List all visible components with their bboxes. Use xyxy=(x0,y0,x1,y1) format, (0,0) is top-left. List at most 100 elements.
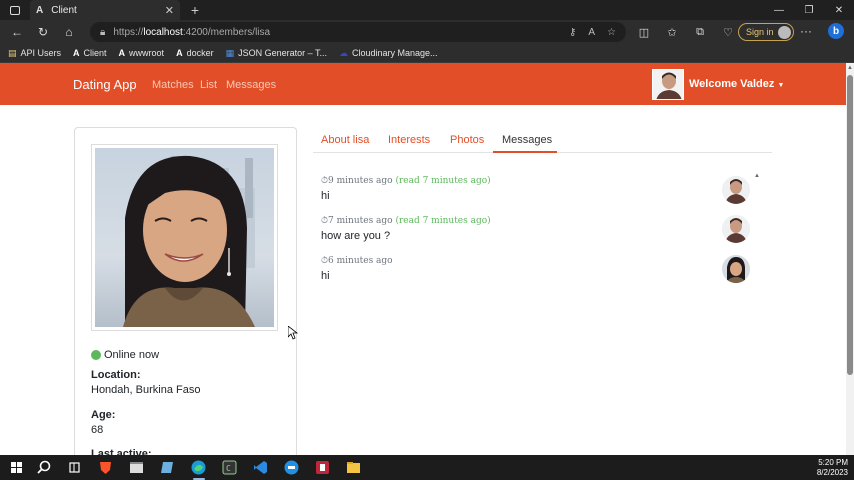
bookmark-item[interactable]: Adocker xyxy=(176,48,214,58)
windows-taskbar: C 5:20 PM 8/2/2023 xyxy=(0,455,854,480)
window-close-button[interactable]: ✕ xyxy=(824,0,854,20)
angular-icon: A xyxy=(36,4,44,16)
nav-link-list[interactable]: List xyxy=(200,79,217,91)
nav-link-matches[interactable]: Matches xyxy=(152,79,194,91)
sender-avatar xyxy=(722,215,750,243)
tab-about[interactable]: About lisa xyxy=(321,134,369,146)
url-host: localhost xyxy=(143,26,183,38)
browser-tab-bar: A Client ✕ + — ❐ ✕ xyxy=(0,0,854,20)
cloudinary-icon: ☁ xyxy=(338,47,348,58)
app-navbar: Dating App Matches List Messages Welcome… xyxy=(0,63,846,105)
favorite-star-icon[interactable]: ☆ xyxy=(607,27,616,38)
back-button[interactable]: ← xyxy=(4,20,30,44)
message-text: hi xyxy=(321,270,330,282)
terminal-icon[interactable]: C xyxy=(221,459,238,476)
brave-icon[interactable] xyxy=(97,459,114,476)
minimize-button[interactable]: — xyxy=(764,0,794,20)
bookmark-label: Cloudinary Manage... xyxy=(351,48,438,58)
user-avatar xyxy=(652,69,684,100)
tab-interests[interactable]: Interests xyxy=(388,134,430,146)
bookmark-item[interactable]: ☁ Cloudinary Manage... xyxy=(339,48,438,59)
browser-tab[interactable]: A Client ✕ xyxy=(30,0,180,20)
bookmark-item[interactable]: A Client xyxy=(73,48,107,58)
user-icon xyxy=(91,350,101,360)
vscode-icon[interactable] xyxy=(252,459,269,476)
age-value: 68 xyxy=(91,424,104,436)
message-time: ⏱6 minutes ago xyxy=(321,256,393,266)
folder-icon: ▤ xyxy=(8,47,17,58)
bookmark-item[interactable]: Awwwroot xyxy=(119,48,165,58)
clapperboard-icon[interactable] xyxy=(128,459,145,476)
message-text: hi xyxy=(321,190,330,202)
search-icon[interactable] xyxy=(36,459,53,476)
browser-tab-title: Client xyxy=(51,4,77,16)
windows-start-icon[interactable] xyxy=(8,459,25,476)
online-status: Online now xyxy=(91,349,159,361)
lock-icon[interactable]: 🔒︎ xyxy=(100,27,105,38)
clock-time: 5:20 PM xyxy=(818,458,848,467)
collections-icon[interactable]: ⧉ xyxy=(686,26,714,39)
location-label: Location: xyxy=(91,369,141,381)
user-dropdown-toggle[interactable]: Welcome Valdez ▼ xyxy=(689,78,784,90)
read-receipt: (read 7 minutes ago) xyxy=(395,176,491,186)
clock-icon: ⏱ xyxy=(321,176,329,186)
bookmark-label: Client xyxy=(83,48,107,58)
refresh-button[interactable]: ↻ xyxy=(30,20,56,44)
url-path: :4200/members/lisa xyxy=(182,26,271,38)
task-view-icon[interactable] xyxy=(66,459,83,476)
bookmark-item[interactable]: ▦ JSON Generator – T... xyxy=(226,48,327,59)
bookmark-label: JSON Generator – T... xyxy=(238,48,327,58)
bookmark-item[interactable]: ▤ API Users xyxy=(8,48,61,59)
system-clock[interactable]: 5:20 PM 8/2/2023 xyxy=(817,458,848,478)
svg-text:C: C xyxy=(226,464,231,473)
tab-actions-icon[interactable] xyxy=(0,0,30,20)
favorites-icon[interactable]: ✩ xyxy=(658,26,686,39)
bing-copilot-icon[interactable]: b xyxy=(828,23,844,39)
angular-icon: A xyxy=(118,48,126,58)
location-value: Hondah, Burkina Faso xyxy=(91,384,201,396)
tab-messages[interactable]: Messages xyxy=(502,134,552,146)
message-time: ⏱7 minutes ago (read 7 minutes ago) xyxy=(321,216,491,226)
home-button[interactable]: ⌂ xyxy=(56,20,82,44)
more-menu-icon[interactable]: ··· xyxy=(800,24,812,38)
bookmark-label: docker xyxy=(186,48,214,58)
mouse-cursor-icon xyxy=(288,326,298,340)
address-bar[interactable]: 🔒︎ https://localhost:4200/members/lisa ⚷… xyxy=(90,22,626,42)
sender-avatar xyxy=(722,255,750,283)
new-tab-button[interactable]: + xyxy=(188,2,202,18)
read-aloud-icon[interactable]: A xyxy=(588,27,595,38)
welcome-text: Welcome Valdez xyxy=(689,78,775,90)
brand-link[interactable]: Dating App xyxy=(73,77,137,92)
close-tab-icon[interactable]: ✕ xyxy=(165,4,174,17)
json-icon: ▦ xyxy=(225,47,235,58)
bookmarks-bar: ▤ API Users A Client Awwwroot Adocker ▦ JSON Ge… xyxy=(0,44,854,63)
docker-icon[interactable] xyxy=(283,459,300,476)
app-icon[interactable] xyxy=(314,459,331,476)
notepad-icon[interactable] xyxy=(159,459,176,476)
file-explorer-icon[interactable] xyxy=(345,459,362,476)
sign-in-label: Sign in xyxy=(746,27,774,37)
edge-icon[interactable] xyxy=(190,459,207,476)
message-text: how are you ? xyxy=(321,230,391,242)
restore-button[interactable]: ❐ xyxy=(794,0,824,20)
tab-photos[interactable]: Photos xyxy=(450,134,484,146)
member-tabs: About lisa Interests Photos Messages xyxy=(313,127,772,153)
url-prefix: https:// xyxy=(113,26,144,38)
online-status-text: Online now xyxy=(104,349,160,361)
window-controls: — ❐ ✕ xyxy=(764,0,854,20)
sender-avatar xyxy=(722,176,750,204)
key-icon[interactable]: ⚷ xyxy=(569,27,576,38)
read-receipt: (read 7 minutes ago) xyxy=(395,216,491,226)
member-card: Online now Location: Hondah, Burkina Fas… xyxy=(74,127,297,467)
clock-icon: ⏱ xyxy=(321,216,329,226)
split-screen-icon[interactable]: ◫ xyxy=(630,26,658,39)
angular-icon: A xyxy=(73,48,80,58)
nav-link-messages[interactable]: Messages xyxy=(226,79,276,91)
message-scroll-up-icon[interactable]: ▲ xyxy=(754,173,760,179)
sign-in-button[interactable]: Sign in xyxy=(738,23,794,41)
angular-icon: A xyxy=(176,48,183,58)
scrollbar-thumb[interactable] xyxy=(847,75,853,375)
caret-down-icon: ▼ xyxy=(777,82,785,89)
page-scrollbar[interactable]: ▲ xyxy=(846,63,854,455)
scroll-up-icon[interactable]: ▲ xyxy=(847,65,853,71)
